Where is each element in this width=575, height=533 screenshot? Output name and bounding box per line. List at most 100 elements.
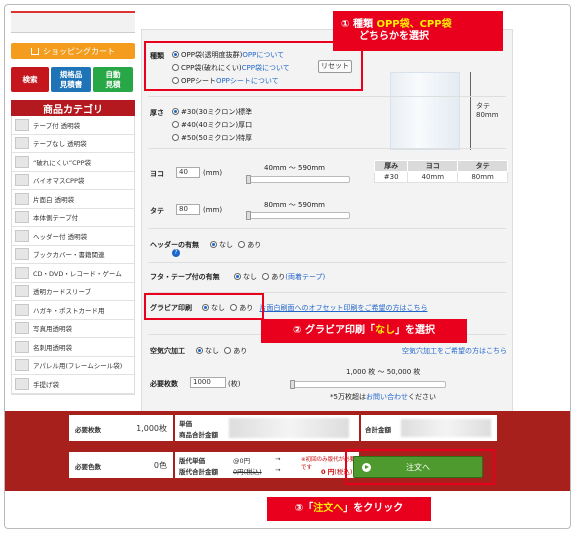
divider: [148, 148, 506, 149]
radio-40[interactable]: [172, 121, 179, 128]
blurred-total: [401, 419, 491, 437]
quantity-input[interactable]: 1000: [190, 377, 226, 388]
thickness-option-50[interactable]: #50(50ミクロン)特厚: [172, 133, 252, 143]
width-input[interactable]: 40: [176, 167, 200, 178]
radio-air-none[interactable]: [196, 347, 203, 354]
radio-30[interactable]: [172, 108, 179, 115]
radio-header-yes[interactable]: [238, 241, 246, 248]
category-item[interactable]: 名刺用透明袋: [12, 338, 134, 357]
air-hole-link[interactable]: 空気穴加工をご希望の方はこちら: [402, 346, 507, 356]
play-icon: [362, 463, 371, 472]
height-dimension-line: [470, 72, 471, 150]
order-button-label: 注文へ: [406, 462, 430, 472]
width-slider[interactable]: [246, 175, 350, 184]
category-thumbnail: [15, 118, 29, 131]
spec-header: タテ: [457, 160, 508, 172]
category-item[interactable]: 手提げ袋: [12, 375, 134, 394]
flap-tape-link[interactable]: (両着テープ): [285, 273, 325, 281]
category-thumbnail: [15, 359, 29, 372]
height-range: 80mm ～ 590mm: [264, 201, 325, 209]
flap-tape-label: フタ・テープ付の有無: [150, 273, 220, 281]
height-slider[interactable]: [246, 211, 350, 220]
category-thumbnail: [15, 174, 29, 187]
category-item[interactable]: ヘッダー付 透明袋: [12, 227, 134, 246]
category-item[interactable]: アパレル用(フレームシール袋): [12, 357, 134, 375]
radio-air-yes[interactable]: [224, 347, 232, 354]
radio-flap-none[interactable]: [234, 273, 241, 280]
callout-step2: ② グラビア印刷「 なし 」を選択: [261, 319, 467, 343]
height-label: タテ: [150, 207, 164, 215]
blurred-price: [229, 418, 349, 438]
sidebar-header-strip: [11, 11, 135, 33]
category-item[interactable]: 本体側テープ付: [12, 209, 134, 227]
category-item[interactable]: 写真用透明袋: [12, 320, 134, 338]
category-item[interactable]: ハガキ・ポストカード用: [12, 301, 134, 320]
highlight-type-box: [144, 41, 363, 91]
qty-summary-label: 必要枚数: [75, 426, 101, 434]
bag-preview: タテ 80mm: [372, 42, 512, 172]
qty-summary: 必要枚数 1,000枚: [69, 415, 173, 441]
category-thumbnail: [15, 303, 29, 316]
category-item[interactable]: “破れにくい”CPP袋: [12, 153, 134, 172]
contact-link[interactable]: お問い合わせ: [366, 393, 408, 401]
radio-50[interactable]: [172, 134, 179, 141]
thickness-option-30[interactable]: #30(30ミクロン)標準: [172, 107, 252, 117]
grand-total-summary: 合計金額: [361, 415, 497, 441]
quantity-slider-thumb[interactable]: [290, 380, 295, 389]
quantity-unit: (枚): [228, 380, 241, 388]
width-slider-thumb[interactable]: [246, 175, 251, 184]
arrow-icon: →: [275, 466, 281, 474]
search-button[interactable]: 検索: [11, 67, 49, 92]
plate-price-value: @0円: [233, 457, 251, 465]
subtotal-label: 商品合計金額: [179, 431, 218, 439]
radio-flap-yes[interactable]: [262, 273, 270, 280]
height-slider-thumb[interactable]: [246, 211, 251, 220]
category-thumbnail: [15, 211, 29, 224]
colors-summary-value: 0色: [153, 461, 167, 470]
category-thumbnail: [15, 266, 29, 279]
category-thumbnail: [15, 229, 29, 242]
offset-print-link[interactable]: 片面白刷面へのオフセット印刷をご希望の方はこちら: [259, 304, 427, 312]
category-item[interactable]: テープ付 透明袋: [12, 116, 134, 135]
spec-cell: 80mm: [457, 171, 508, 183]
category-list: テープ付 透明袋 テープなし 透明袋 “破れにくい”CPP袋 バイオマスCPP袋…: [11, 116, 135, 395]
thickness-option-40[interactable]: #40(40ミクロン)厚口: [172, 120, 252, 130]
standard-quote-button[interactable]: 規格品 見積書: [51, 67, 91, 92]
category-item[interactable]: CD・DVD・レコード・ゲーム: [12, 264, 134, 283]
price-summary: 単価 商品合計金額: [175, 415, 359, 441]
auto-quote-button[interactable]: 自動 見積: [93, 67, 133, 92]
highlight-gravure-box: [144, 293, 264, 320]
colors-summary-label: 必要色数: [75, 463, 101, 471]
plate-summary: 版代単価 版代合計金額 @0円 → 0円(税込) → ※初回のみ版代が必要です …: [175, 452, 359, 478]
spec-table: 厚み ヨコ タテ #30 40mm 80mm: [373, 160, 508, 183]
air-hole-options: なし あり: [196, 346, 247, 356]
width-unit: (mm): [203, 169, 223, 177]
category-item[interactable]: ブックカバー・書籍関連: [12, 246, 134, 264]
width-label: ヨコ: [150, 170, 164, 178]
bag-image: [390, 72, 460, 150]
category-thumbnail: [15, 285, 29, 298]
header-hole-options: なし あり: [210, 240, 261, 250]
qty-summary-value: 1,000枚: [136, 424, 167, 433]
divider: [148, 96, 506, 97]
unit-price-label: 単価: [179, 420, 192, 428]
flap-tape-options: なし あり(両着テープ): [234, 272, 325, 282]
quantity-note: *5万枚超はお問い合わせください: [330, 393, 436, 401]
radio-header-none[interactable]: [210, 241, 217, 248]
category-thumbnail: [15, 340, 29, 353]
shopping-cart-button[interactable]: ショッピングカート: [11, 43, 135, 59]
category-item[interactable]: バイオマスCPP袋: [12, 172, 134, 190]
height-input[interactable]: 80: [176, 204, 200, 215]
category-thumbnail: [15, 322, 29, 335]
help-icon[interactable]: ?: [172, 249, 180, 257]
quantity-slider[interactable]: [290, 380, 446, 389]
height-unit: (mm): [203, 206, 223, 214]
arrow-icon: →: [275, 455, 281, 463]
category-thumbnail: [15, 192, 29, 205]
order-button[interactable]: 注文へ: [353, 456, 483, 478]
callout-step1: ① 種類 OPP袋、CPP袋 どちらかを選択: [333, 11, 503, 51]
category-item[interactable]: 片面白 透明袋: [12, 190, 134, 209]
category-item[interactable]: テープなし 透明袋: [12, 135, 134, 153]
category-item[interactable]: 透明カードスリーブ: [12, 283, 134, 301]
grand-total-label: 合計金額: [365, 426, 391, 434]
